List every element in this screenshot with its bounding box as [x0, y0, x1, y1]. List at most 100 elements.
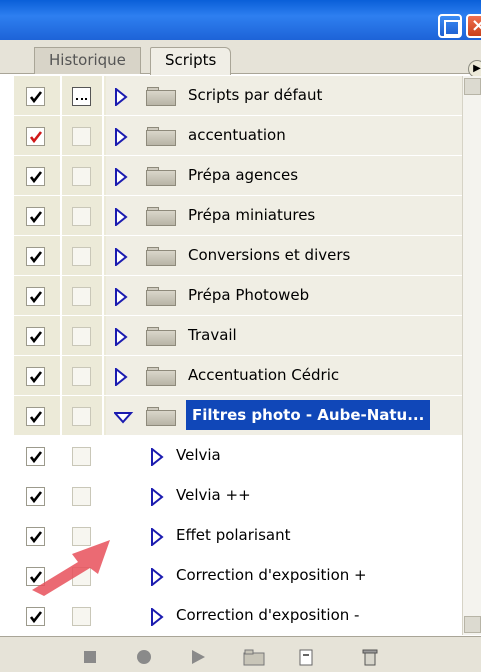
enable-checkbox[interactable] [26, 607, 45, 626]
folder-row[interactable]: Travail [14, 316, 462, 356]
action-label: Effet polarisant [176, 526, 291, 544]
dialog-column [62, 596, 104, 635]
action-label: Correction d'exposition - [176, 606, 360, 624]
dialog-column [62, 236, 104, 275]
dialog-toggle[interactable] [72, 167, 91, 186]
folder-label: Scripts par défaut [188, 86, 323, 104]
enable-checkbox[interactable] [26, 327, 45, 346]
close-button[interactable]: × [466, 14, 481, 38]
expand-arrow-icon[interactable] [150, 486, 164, 510]
toggle-column [14, 436, 62, 475]
expand-arrow-icon[interactable] [114, 166, 128, 190]
scroll-up-button[interactable] [464, 78, 481, 95]
dialog-toggle[interactable] [72, 207, 91, 226]
pointer-arrow-overlay [32, 540, 110, 596]
dialog-toggle[interactable] [72, 87, 91, 106]
folder-label: Travail [188, 326, 237, 344]
enable-checkbox[interactable] [26, 167, 45, 186]
minimize-button[interactable] [438, 14, 462, 38]
folder-row[interactable]: accentuation [14, 116, 462, 156]
enable-checkbox[interactable] [26, 447, 45, 466]
tab-historique[interactable]: Historique [34, 47, 141, 74]
folder-row[interactable]: Accentuation Cédric [14, 356, 462, 396]
checkmark-icon [29, 211, 43, 224]
folder-icon [146, 167, 176, 186]
dialog-toggle[interactable] [72, 607, 91, 626]
enable-checkbox[interactable] [26, 367, 45, 386]
folder-icon [146, 287, 176, 306]
folder-row[interactable]: Prépa Photoweb [14, 276, 462, 316]
action-label: Velvia [176, 446, 221, 464]
toggle-column [14, 116, 62, 155]
enable-checkbox[interactable] [26, 207, 45, 226]
checkmark-icon [29, 371, 43, 384]
dialog-column [62, 356, 104, 395]
new-script-icon[interactable] [296, 647, 316, 667]
dialog-toggle[interactable] [72, 287, 91, 306]
checkmark-icon [29, 451, 43, 464]
folder-icon [146, 127, 176, 146]
folder-label: accentuation [188, 126, 286, 144]
action-row[interactable]: Velvia [14, 436, 462, 476]
dialog-column [62, 476, 104, 515]
enable-checkbox[interactable] [26, 287, 45, 306]
expand-arrow-icon[interactable] [150, 526, 164, 550]
new-folder-icon[interactable] [242, 647, 265, 667]
expand-arrow-icon[interactable] [150, 446, 164, 470]
checkmark-icon [29, 611, 43, 624]
expand-arrow-icon[interactable] [114, 86, 128, 110]
enable-checkbox[interactable] [26, 247, 45, 266]
folder-row[interactable]: Prépa agences [14, 156, 462, 196]
expand-arrow-icon[interactable] [114, 326, 128, 350]
dialog-toggle[interactable] [72, 247, 91, 266]
dialog-toggle[interactable] [72, 447, 91, 466]
enable-checkbox[interactable] [26, 487, 45, 506]
stop-icon[interactable] [80, 647, 100, 667]
row-content: Scripts par défaut [106, 76, 462, 115]
dialog-toggle[interactable] [72, 327, 91, 346]
expand-arrow-icon[interactable] [114, 246, 128, 270]
expand-arrow-icon[interactable] [150, 606, 164, 630]
close-icon: × [471, 15, 481, 36]
folder-label: Accentuation Cédric [188, 366, 340, 384]
row-content: Prépa agences [106, 156, 462, 195]
expand-arrow-icon[interactable] [114, 366, 128, 390]
enable-checkbox[interactable] [26, 127, 45, 146]
action-row[interactable]: Correction d'exposition - [14, 596, 462, 636]
row-content: Accentuation Cédric [106, 356, 462, 395]
checkmark-icon [29, 411, 43, 424]
row-content: Velvia ++ [106, 476, 462, 515]
dialog-toggle[interactable] [72, 487, 91, 506]
trash-icon[interactable] [360, 647, 380, 667]
folder-row[interactable]: Prépa miniatures [14, 196, 462, 236]
enable-checkbox[interactable] [26, 87, 45, 106]
row-content: Prépa Photoweb [106, 276, 462, 315]
enable-checkbox[interactable] [26, 407, 45, 426]
toggle-column [14, 236, 62, 275]
dialog-column [62, 116, 104, 155]
collapse-arrow-icon[interactable] [112, 410, 134, 428]
expand-arrow-icon[interactable] [114, 286, 128, 310]
folder-row[interactable]: Conversions et divers [14, 236, 462, 276]
checkmark-icon [29, 291, 43, 304]
toggle-column [14, 276, 62, 315]
toggle-column [14, 476, 62, 515]
record-icon[interactable] [134, 647, 154, 667]
expand-arrow-icon[interactable] [114, 126, 128, 150]
tab-scripts[interactable]: Scripts [150, 47, 232, 75]
row-content: Filtres photo - Aube-Natu... [106, 396, 462, 435]
action-row[interactable]: Velvia ++ [14, 476, 462, 516]
scrollbar[interactable] [462, 76, 481, 635]
row-content: Correction d'exposition + [106, 556, 462, 595]
expand-arrow-icon[interactable] [114, 206, 128, 230]
folder-row[interactable]: Filtres photo - Aube-Natu... [14, 396, 462, 436]
folder-icon [146, 247, 176, 266]
play-icon[interactable] [188, 647, 208, 667]
dialog-toggle[interactable] [72, 127, 91, 146]
row-content: Travail [106, 316, 462, 355]
scroll-down-button[interactable] [464, 616, 481, 633]
dialog-toggle[interactable] [72, 367, 91, 386]
dialog-toggle[interactable] [72, 407, 91, 426]
expand-arrow-icon[interactable] [150, 566, 164, 590]
folder-row[interactable]: Scripts par défaut [14, 76, 462, 116]
